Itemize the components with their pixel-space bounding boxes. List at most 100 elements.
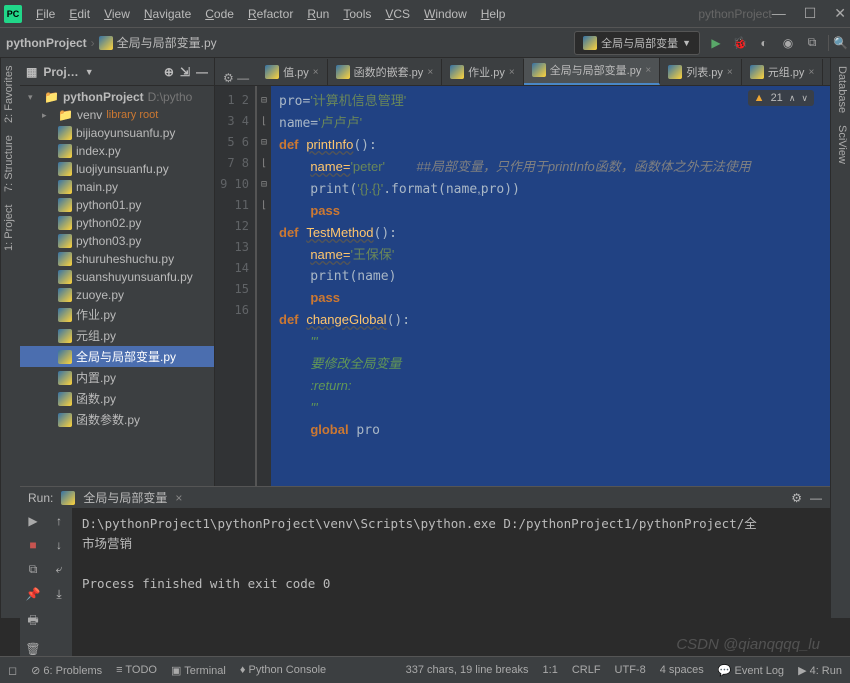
- menu-file[interactable]: File: [30, 3, 61, 25]
- python-console-button[interactable]: ♦ Python Console: [240, 664, 326, 676]
- event-log-button[interactable]: 💬 Event Log: [718, 664, 784, 677]
- chevron-down-icon[interactable]: ∨: [801, 93, 808, 104]
- minimize-icon[interactable]: —: [772, 5, 786, 22]
- menu-edit[interactable]: Edit: [63, 3, 96, 25]
- problems-button[interactable]: ⊘ 6: Problems: [31, 664, 102, 677]
- menu-code[interactable]: Code: [199, 3, 240, 25]
- window-title-inactive: pythonProject: [698, 7, 771, 21]
- collapse-icon[interactable]: —: [196, 65, 208, 79]
- editor-tab[interactable]: 作业.py×: [442, 59, 524, 85]
- tree-item[interactable]: python02.py: [20, 214, 214, 232]
- target-icon[interactable]: ⊕: [164, 65, 174, 79]
- run-button[interactable]: ▶ 4: Run: [798, 664, 842, 677]
- chevron-up-icon[interactable]: ∧: [789, 93, 796, 104]
- editor-tab[interactable]: 值.py×: [257, 59, 328, 85]
- tree-item[interactable]: ▾📁pythonProject D:\pytho: [20, 88, 214, 106]
- status-indent[interactable]: 4 spaces: [660, 664, 704, 676]
- tree-item[interactable]: 函数参数.py: [20, 409, 214, 430]
- search-everywhere-icon[interactable]: 🔍: [828, 35, 844, 51]
- menu-navigate[interactable]: Navigate: [138, 3, 197, 25]
- tool-tab[interactable]: 7: Structure: [3, 135, 18, 192]
- close-icon[interactable]: ×: [808, 67, 814, 78]
- menu-view[interactable]: View: [98, 3, 136, 25]
- tool-tab[interactable]: 2: Favorites: [3, 66, 18, 123]
- close-icon[interactable]: ✕: [834, 5, 846, 22]
- tree-item[interactable]: zuoye.py: [20, 286, 214, 304]
- project-panel-title[interactable]: Proj…: [43, 65, 78, 79]
- tab-settings-icon[interactable]: ⚙ —: [215, 71, 257, 85]
- menu-window[interactable]: Window: [418, 3, 473, 25]
- python-file-icon: [336, 65, 350, 79]
- close-icon[interactable]: ×: [645, 65, 651, 76]
- tree-item[interactable]: main.py: [20, 178, 214, 196]
- breadcrumb-project[interactable]: pythonProject: [6, 36, 87, 50]
- close-icon[interactable]: ×: [427, 67, 433, 78]
- down-icon[interactable]: ↓: [56, 538, 62, 552]
- hide-icon[interactable]: —: [810, 491, 822, 505]
- tool-tab[interactable]: SciView: [833, 125, 848, 164]
- chevron-down-icon[interactable]: ▼: [85, 67, 94, 77]
- breadcrumb-file[interactable]: 全局与局部变量.py: [117, 34, 217, 51]
- tree-item[interactable]: 作业.py: [20, 304, 214, 325]
- status-line-sep[interactable]: CRLF: [572, 664, 601, 676]
- gear-icon[interactable]: ⚙: [791, 491, 802, 505]
- terminal-button[interactable]: ▣ Terminal: [171, 664, 226, 677]
- run-panel-body: ▶ ■ ⧉ 📌 🖶 🗑 ↑ ↓ ⤶ ⤓ D:\pythonProject1\py…: [20, 508, 830, 656]
- concurrent-icon[interactable]: ⧉: [804, 35, 820, 51]
- status-caret-pos[interactable]: 1:1: [543, 664, 558, 676]
- maximize-icon[interactable]: ☐: [804, 5, 817, 22]
- layout-icon[interactable]: ⧉: [29, 562, 38, 577]
- stop-icon[interactable]: ■: [29, 538, 36, 552]
- run-configuration-selector[interactable]: 全局与局部变量 ▼: [574, 31, 700, 55]
- up-icon[interactable]: ↑: [56, 514, 62, 528]
- close-icon[interactable]: ×: [175, 491, 182, 505]
- left-tool-strip: 1: Project 7: Structure 2: Favorites: [0, 58, 20, 618]
- coverage-icon[interactable]: ◐: [756, 35, 772, 51]
- trash-icon[interactable]: 🗑: [25, 642, 40, 656]
- expand-icon[interactable]: ⇲: [180, 65, 190, 79]
- tree-item[interactable]: 函数.py: [20, 388, 214, 409]
- tree-item[interactable]: bijiaoyunsuanfu.py: [20, 124, 214, 142]
- editor-tab[interactable]: 元组.py×: [742, 59, 824, 85]
- menu-tools[interactable]: Tools: [337, 3, 377, 25]
- run-tab-label[interactable]: 全局与局部变量: [83, 489, 167, 506]
- tree-item[interactable]: shuruheshuchu.py: [20, 250, 214, 268]
- debug-icon[interactable]: 🐞: [732, 35, 748, 51]
- tree-item[interactable]: luojiyunsuanfu.py: [20, 160, 214, 178]
- tree-item[interactable]: 全局与局部变量.py: [20, 346, 214, 367]
- soft-wrap-icon[interactable]: ⤶: [56, 562, 63, 577]
- menu-run[interactable]: Run: [301, 3, 335, 25]
- python-file-icon: [583, 36, 597, 50]
- menu-refactor[interactable]: Refactor: [242, 3, 299, 25]
- inspection-widget[interactable]: ▲ 21 ∧ ∨: [748, 90, 814, 106]
- profile-icon[interactable]: ◉: [780, 35, 796, 51]
- tree-item[interactable]: 元组.py: [20, 325, 214, 346]
- python-file-icon: [450, 65, 464, 79]
- tree-item[interactable]: index.py: [20, 142, 214, 160]
- scroll-end-icon[interactable]: ⤓: [56, 587, 61, 602]
- pin-icon[interactable]: 📌: [26, 587, 41, 601]
- tree-item[interactable]: suanshuyunsuanfu.py: [20, 268, 214, 286]
- menu-help[interactable]: Help: [475, 3, 512, 25]
- tool-window-icon[interactable]: ◻: [8, 664, 17, 677]
- console-output[interactable]: D:\pythonProject1\pythonProject\venv\Scr…: [72, 508, 830, 656]
- tree-item[interactable]: python01.py: [20, 196, 214, 214]
- editor-tab[interactable]: 全局与局部变量.py×: [524, 58, 661, 85]
- menu-vcs[interactable]: VCS: [379, 3, 416, 25]
- chevron-right-icon: ›: [91, 36, 95, 50]
- tree-item[interactable]: 内置.py: [20, 367, 214, 388]
- editor-tab[interactable]: 列表.py×: [660, 59, 742, 85]
- close-icon[interactable]: ×: [509, 67, 515, 78]
- tree-item[interactable]: ▸📁venv library root: [20, 106, 214, 124]
- status-encoding[interactable]: UTF-8: [615, 664, 646, 676]
- tool-tab[interactable]: 1: Project: [3, 204, 18, 250]
- editor-tab[interactable]: 函数的嵌套.py×: [328, 59, 443, 85]
- print-icon[interactable]: 🖶: [27, 611, 38, 632]
- rerun-icon[interactable]: ▶: [28, 514, 37, 528]
- todo-button[interactable]: ≡ TODO: [116, 664, 157, 676]
- tree-item[interactable]: python03.py: [20, 232, 214, 250]
- tool-tab[interactable]: Database: [833, 66, 848, 113]
- close-icon[interactable]: ×: [313, 67, 319, 78]
- run-icon[interactable]: ▶: [708, 35, 724, 51]
- close-icon[interactable]: ×: [727, 67, 733, 78]
